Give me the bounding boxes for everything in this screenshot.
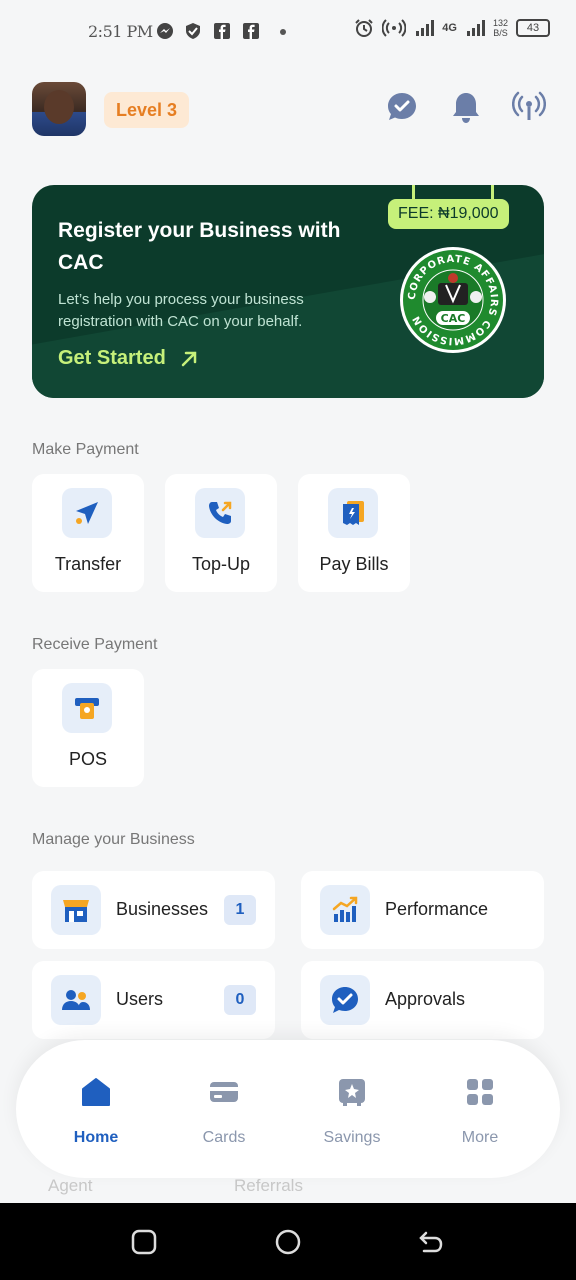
check-chat-icon[interactable] xyxy=(385,90,419,124)
grid-icon xyxy=(467,1079,493,1105)
referrals-label: Referrals xyxy=(234,1176,303,1195)
transfer-tile[interactable]: Transfer xyxy=(32,474,144,592)
count-badge: 0 xyxy=(224,985,256,1015)
data-speed: 132 B/S xyxy=(492,18,508,38)
top-up-tile[interactable]: Top-Up xyxy=(165,474,277,592)
network-type: 4G xyxy=(442,21,457,34)
nav-more[interactable]: More xyxy=(430,1076,530,1147)
messenger-icon xyxy=(157,23,173,39)
bell-icon[interactable] xyxy=(449,90,483,124)
users-icon xyxy=(62,990,90,1010)
nav-cards[interactable]: Cards xyxy=(174,1076,274,1147)
system-nav-bar xyxy=(0,1203,576,1280)
status-right: 4G 132 B/S 43 xyxy=(354,18,550,38)
pay-bills-tile[interactable]: Pay Bills xyxy=(298,474,410,592)
bottom-nav: Home Cards Savings More xyxy=(16,1040,560,1178)
shield-icon xyxy=(186,23,200,39)
card-label: Users xyxy=(116,989,164,1009)
agent-label: Agent xyxy=(48,1176,93,1195)
home-circle-icon[interactable] xyxy=(275,1229,301,1255)
signal-icon xyxy=(416,20,435,36)
tile-label: Top-Up xyxy=(191,554,251,574)
card-label: Approvals xyxy=(385,989,466,1009)
home-icon xyxy=(82,1078,110,1106)
cac-seal-icon: CORPORATE AFFAIRS COMMISSION CAC xyxy=(400,247,506,353)
tile-label: Transfer xyxy=(54,554,122,574)
send-icon xyxy=(76,502,98,524)
banner-subtitle: Let’s help you process your business reg… xyxy=(58,291,304,330)
facebook-icon xyxy=(214,23,230,39)
bill-icon xyxy=(343,501,364,525)
users-card[interactable]: Users 0 xyxy=(32,961,275,1039)
tile-label: Pay Bills xyxy=(319,554,389,574)
alarm-icon xyxy=(355,19,373,37)
dot-icon xyxy=(280,29,286,35)
savings-icon xyxy=(339,1079,365,1106)
fee-badge: FEE: ₦19,000 xyxy=(388,199,509,229)
make-payment-title: Make Payment xyxy=(32,441,139,458)
performance-card[interactable]: Performance xyxy=(301,871,544,949)
manage-business-title: Manage your Business xyxy=(32,831,195,848)
card-label: Performance xyxy=(385,899,489,919)
facebook-icon xyxy=(243,23,259,39)
status-time: 2:51 PM xyxy=(88,22,153,41)
count-badge: 1 xyxy=(224,895,256,925)
store-icon xyxy=(63,900,89,922)
avatar[interactable] xyxy=(32,82,86,136)
get-started-link[interactable]: Get Started xyxy=(58,347,198,370)
pos-icon xyxy=(75,698,99,719)
recents-icon[interactable] xyxy=(131,1229,157,1255)
nav-home[interactable]: Home xyxy=(46,1076,146,1147)
chart-icon xyxy=(332,896,358,922)
phone-icon xyxy=(209,501,232,524)
battery-indicator: 43 xyxy=(516,19,550,37)
status-bar: 2:51 PM 4G 132 B/S 43 xyxy=(0,0,576,64)
receive-payment-title: Receive Payment xyxy=(32,636,158,653)
card-icon xyxy=(210,1082,238,1102)
banner-title: Register your Business with CAC xyxy=(58,219,341,274)
hotspot-icon xyxy=(382,19,407,37)
back-icon[interactable] xyxy=(418,1229,444,1255)
cac-banner[interactable]: Register your Business with CAC Let’s he… xyxy=(32,185,544,398)
nav-savings[interactable]: Savings xyxy=(302,1076,402,1147)
svg-text:CAC: CAC xyxy=(441,312,466,325)
signal-icon xyxy=(466,20,485,36)
level-badge[interactable]: Level 3 xyxy=(104,92,190,128)
approval-icon xyxy=(332,987,358,1013)
businesses-card[interactable]: Businesses 1 xyxy=(32,871,275,949)
arrow-up-right-icon xyxy=(181,351,197,366)
approvals-card[interactable]: Approvals xyxy=(301,961,544,1039)
card-label: Businesses xyxy=(116,899,209,919)
pos-tile[interactable]: POS xyxy=(32,669,144,787)
broadcast-icon[interactable] xyxy=(512,90,546,124)
tile-label: POS xyxy=(68,749,107,769)
